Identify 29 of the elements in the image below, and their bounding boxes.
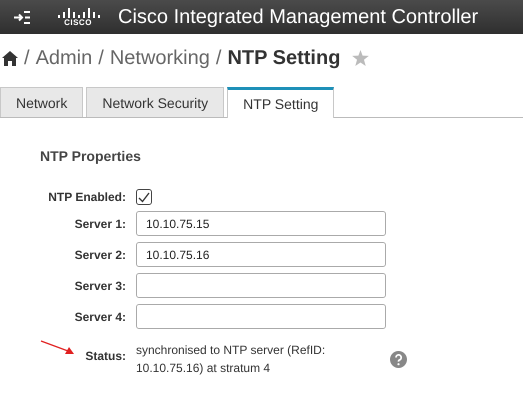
- breadcrumb-separator: /: [98, 46, 104, 70]
- status-text: synchronised to NTP server (RefID: 10.10.75.16) at stratum 4: [136, 342, 326, 377]
- input-field[interactable]: [136, 273, 386, 298]
- tab[interactable]: Network Security: [86, 87, 224, 117]
- checkbox[interactable]: [136, 189, 152, 205]
- breadcrumb-link[interactable]: Networking: [110, 46, 210, 70]
- breadcrumb-link[interactable]: Admin: [36, 46, 92, 70]
- help-icon[interactable]: [390, 350, 407, 368]
- field-label: Status:: [40, 349, 126, 363]
- home-icon[interactable]: [2, 50, 18, 66]
- logo-text: CISCO: [64, 18, 92, 27]
- field-label: Server 3:: [74, 278, 126, 292]
- star-icon[interactable]: [352, 50, 370, 66]
- app-title: Cisco Integrated Management Controller: [118, 6, 478, 28]
- section-title: NTP Properties: [40, 148, 142, 164]
- menu-icon[interactable]: [14, 10, 30, 24]
- field-label: Server 4:: [74, 310, 126, 324]
- tab[interactable]: Network: [0, 87, 84, 117]
- field-label: Server 1:: [74, 216, 126, 230]
- breadcrumb-separator: /: [216, 46, 222, 70]
- field-label: NTP Enabled:: [47, 190, 126, 204]
- logo-bars-icon: [56, 7, 100, 18]
- input-field[interactable]: 10.10.75.16: [136, 242, 386, 267]
- breadcrumb-separator: /: [24, 46, 30, 70]
- field-label: Server 2:: [74, 248, 126, 262]
- input-field[interactable]: 10.10.75.15: [136, 211, 386, 236]
- tab[interactable]: NTP Setting: [227, 87, 334, 118]
- breadcrumb-current: NTP Setting: [227, 46, 340, 70]
- input-field[interactable]: [136, 304, 386, 329]
